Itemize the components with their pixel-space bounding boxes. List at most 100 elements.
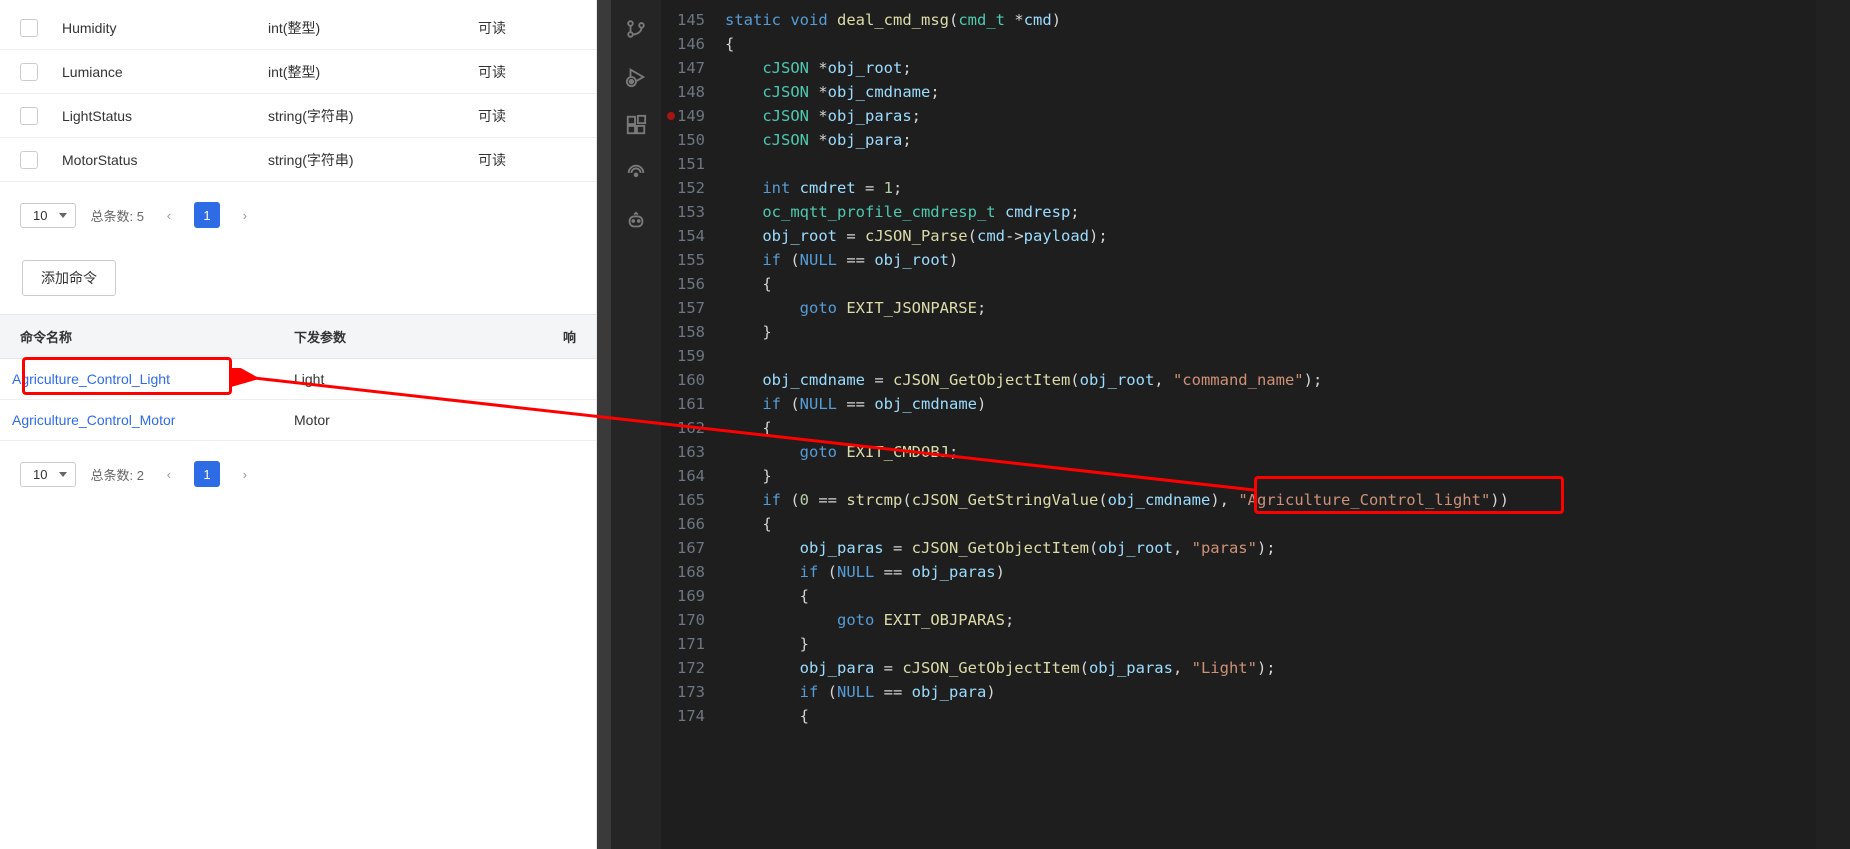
- col-command-resp: 响: [546, 327, 576, 346]
- code-line[interactable]: 173 if (NULL == obj_para): [661, 680, 1850, 704]
- code-line[interactable]: 171 }: [661, 632, 1850, 656]
- code-text: goto EXIT_JSONPARSE;: [725, 296, 986, 320]
- checkbox[interactable]: [20, 63, 38, 81]
- code-text: cJSON *obj_paras;: [725, 104, 921, 128]
- code-line[interactable]: 159: [661, 344, 1850, 368]
- properties-pager: 10 总条数: 5 ‹ 1 ›: [0, 182, 596, 236]
- breakpoint-icon[interactable]: [667, 112, 675, 120]
- code-text: cJSON *obj_cmdname;: [725, 80, 940, 104]
- code-line[interactable]: 153 oc_mqtt_profile_cmdresp_t cmdresp;: [661, 200, 1850, 224]
- code-text: cJSON *obj_root;: [725, 56, 912, 80]
- line-number: 168: [661, 560, 725, 584]
- table-row[interactable]: Humidity int(整型) 可读: [0, 6, 596, 50]
- line-number: 146: [661, 32, 725, 56]
- checkbox[interactable]: [20, 151, 38, 169]
- line-number: 160: [661, 368, 725, 392]
- code-line[interactable]: 157 goto EXIT_JSONPARSE;: [661, 296, 1850, 320]
- command-row[interactable]: Agriculture_Control_Light Light: [0, 359, 596, 400]
- code-line[interactable]: 163 goto EXIT_CMDOBJ;: [661, 440, 1850, 464]
- pager-current[interactable]: 1: [194, 461, 220, 487]
- code-text: obj_root = cJSON_Parse(cmd->payload);: [725, 224, 1108, 248]
- code-line[interactable]: 161 if (NULL == obj_cmdname): [661, 392, 1850, 416]
- chevron-down-icon: [59, 213, 67, 218]
- code-line[interactable]: 160 obj_cmdname = cJSON_GetObjectItem(ob…: [661, 368, 1850, 392]
- code-line[interactable]: 145static void deal_cmd_msg(cmd_t *cmd): [661, 8, 1850, 32]
- code-line[interactable]: 164 }: [661, 464, 1850, 488]
- command-params: Light: [294, 371, 576, 387]
- code-text: int cmdret = 1;: [725, 176, 902, 200]
- pager-next[interactable]: ›: [234, 463, 256, 485]
- table-row[interactable]: MotorStatus string(字符串) 可读: [0, 138, 596, 182]
- command-row[interactable]: Agriculture_Control_Motor Motor: [0, 400, 596, 441]
- code-text: if (NULL == obj_root): [725, 248, 958, 272]
- code-line[interactable]: 154 obj_root = cJSON_Parse(cmd->payload)…: [661, 224, 1850, 248]
- table-row[interactable]: Lumiance int(整型) 可读: [0, 50, 596, 94]
- add-command-button[interactable]: 添加命令: [22, 260, 116, 296]
- code-line[interactable]: 147 cJSON *obj_root;: [661, 56, 1850, 80]
- code-line[interactable]: 149 cJSON *obj_paras;: [661, 104, 1850, 128]
- prop-rw: 可读: [478, 106, 576, 126]
- command-link[interactable]: Agriculture_Control_Motor: [12, 412, 175, 428]
- code-text: obj_paras = cJSON_GetObjectItem(obj_root…: [725, 536, 1276, 560]
- code-text: {: [725, 32, 734, 56]
- page-size-select[interactable]: 10: [20, 203, 76, 228]
- col-command-params: 下发参数: [294, 327, 546, 346]
- debug-icon[interactable]: [625, 66, 647, 88]
- code-editor-pane: 145static void deal_cmd_msg(cmd_t *cmd)1…: [597, 0, 1850, 849]
- checkbox[interactable]: [20, 19, 38, 37]
- line-number: 173: [661, 680, 725, 704]
- code-text: obj_para = cJSON_GetObjectItem(obj_paras…: [725, 656, 1276, 680]
- code-line[interactable]: 156 {: [661, 272, 1850, 296]
- pager-current[interactable]: 1: [194, 202, 220, 228]
- line-number: 157: [661, 296, 725, 320]
- code-line[interactable]: 169 {: [661, 584, 1850, 608]
- line-number: 165: [661, 488, 725, 512]
- code-line[interactable]: 146{: [661, 32, 1850, 56]
- code-line[interactable]: 166 {: [661, 512, 1850, 536]
- extensions-icon[interactable]: [625, 114, 647, 136]
- code-line[interactable]: 170 goto EXIT_OBJPARAS;: [661, 608, 1850, 632]
- code-text: if (0 == strcmp(cJSON_GetStringValue(obj…: [725, 488, 1509, 512]
- prop-type: string(字符串): [268, 106, 478, 126]
- code-line[interactable]: 162 {: [661, 416, 1850, 440]
- line-number: 153: [661, 200, 725, 224]
- pager-prev[interactable]: ‹: [158, 204, 180, 226]
- checkbox[interactable]: [20, 107, 38, 125]
- line-number: 161: [661, 392, 725, 416]
- line-number: 174: [661, 704, 725, 728]
- code-editor[interactable]: 145static void deal_cmd_msg(cmd_t *cmd)1…: [661, 0, 1850, 849]
- code-line[interactable]: 152 int cmdret = 1;: [661, 176, 1850, 200]
- page-size-value: 10: [33, 467, 47, 482]
- code-line[interactable]: 155 if (NULL == obj_root): [661, 248, 1850, 272]
- pager-prev[interactable]: ‹: [158, 463, 180, 485]
- pager-next[interactable]: ›: [234, 204, 256, 226]
- scrollbar[interactable]: [597, 0, 611, 849]
- code-line[interactable]: 165 if (0 == strcmp(cJSON_GetStringValue…: [661, 488, 1850, 512]
- code-line[interactable]: 168 if (NULL == obj_paras): [661, 560, 1850, 584]
- line-number: 145: [661, 8, 725, 32]
- code-line[interactable]: 150 cJSON *obj_para;: [661, 128, 1850, 152]
- minimap[interactable]: [1816, 0, 1850, 849]
- command-params: Motor: [294, 412, 576, 428]
- properties-table: Humidity int(整型) 可读 Lumiance int(整型) 可读 …: [0, 6, 596, 182]
- code-line[interactable]: 172 obj_para = cJSON_GetObjectItem(obj_p…: [661, 656, 1850, 680]
- code-line[interactable]: 158 }: [661, 320, 1850, 344]
- code-text: {: [725, 272, 772, 296]
- code-text: goto EXIT_OBJPARAS;: [725, 608, 1014, 632]
- page-size-select[interactable]: 10: [20, 462, 76, 487]
- copilot-icon[interactable]: [625, 210, 647, 232]
- code-line[interactable]: 151: [661, 152, 1850, 176]
- prop-name: LightStatus: [62, 108, 268, 124]
- git-branch-icon[interactable]: [625, 18, 647, 40]
- code-line[interactable]: 167 obj_paras = cJSON_GetObjectItem(obj_…: [661, 536, 1850, 560]
- line-number: 151: [661, 152, 725, 176]
- table-row[interactable]: LightStatus string(字符串) 可读: [0, 94, 596, 138]
- line-number: 158: [661, 320, 725, 344]
- code-line[interactable]: 174 {: [661, 704, 1850, 728]
- remote-icon[interactable]: [625, 162, 647, 184]
- line-number: 169: [661, 584, 725, 608]
- code-text: {: [725, 704, 809, 728]
- code-line[interactable]: 148 cJSON *obj_cmdname;: [661, 80, 1850, 104]
- command-link[interactable]: Agriculture_Control_Light: [12, 371, 170, 387]
- code-text: if (NULL == obj_para): [725, 680, 996, 704]
